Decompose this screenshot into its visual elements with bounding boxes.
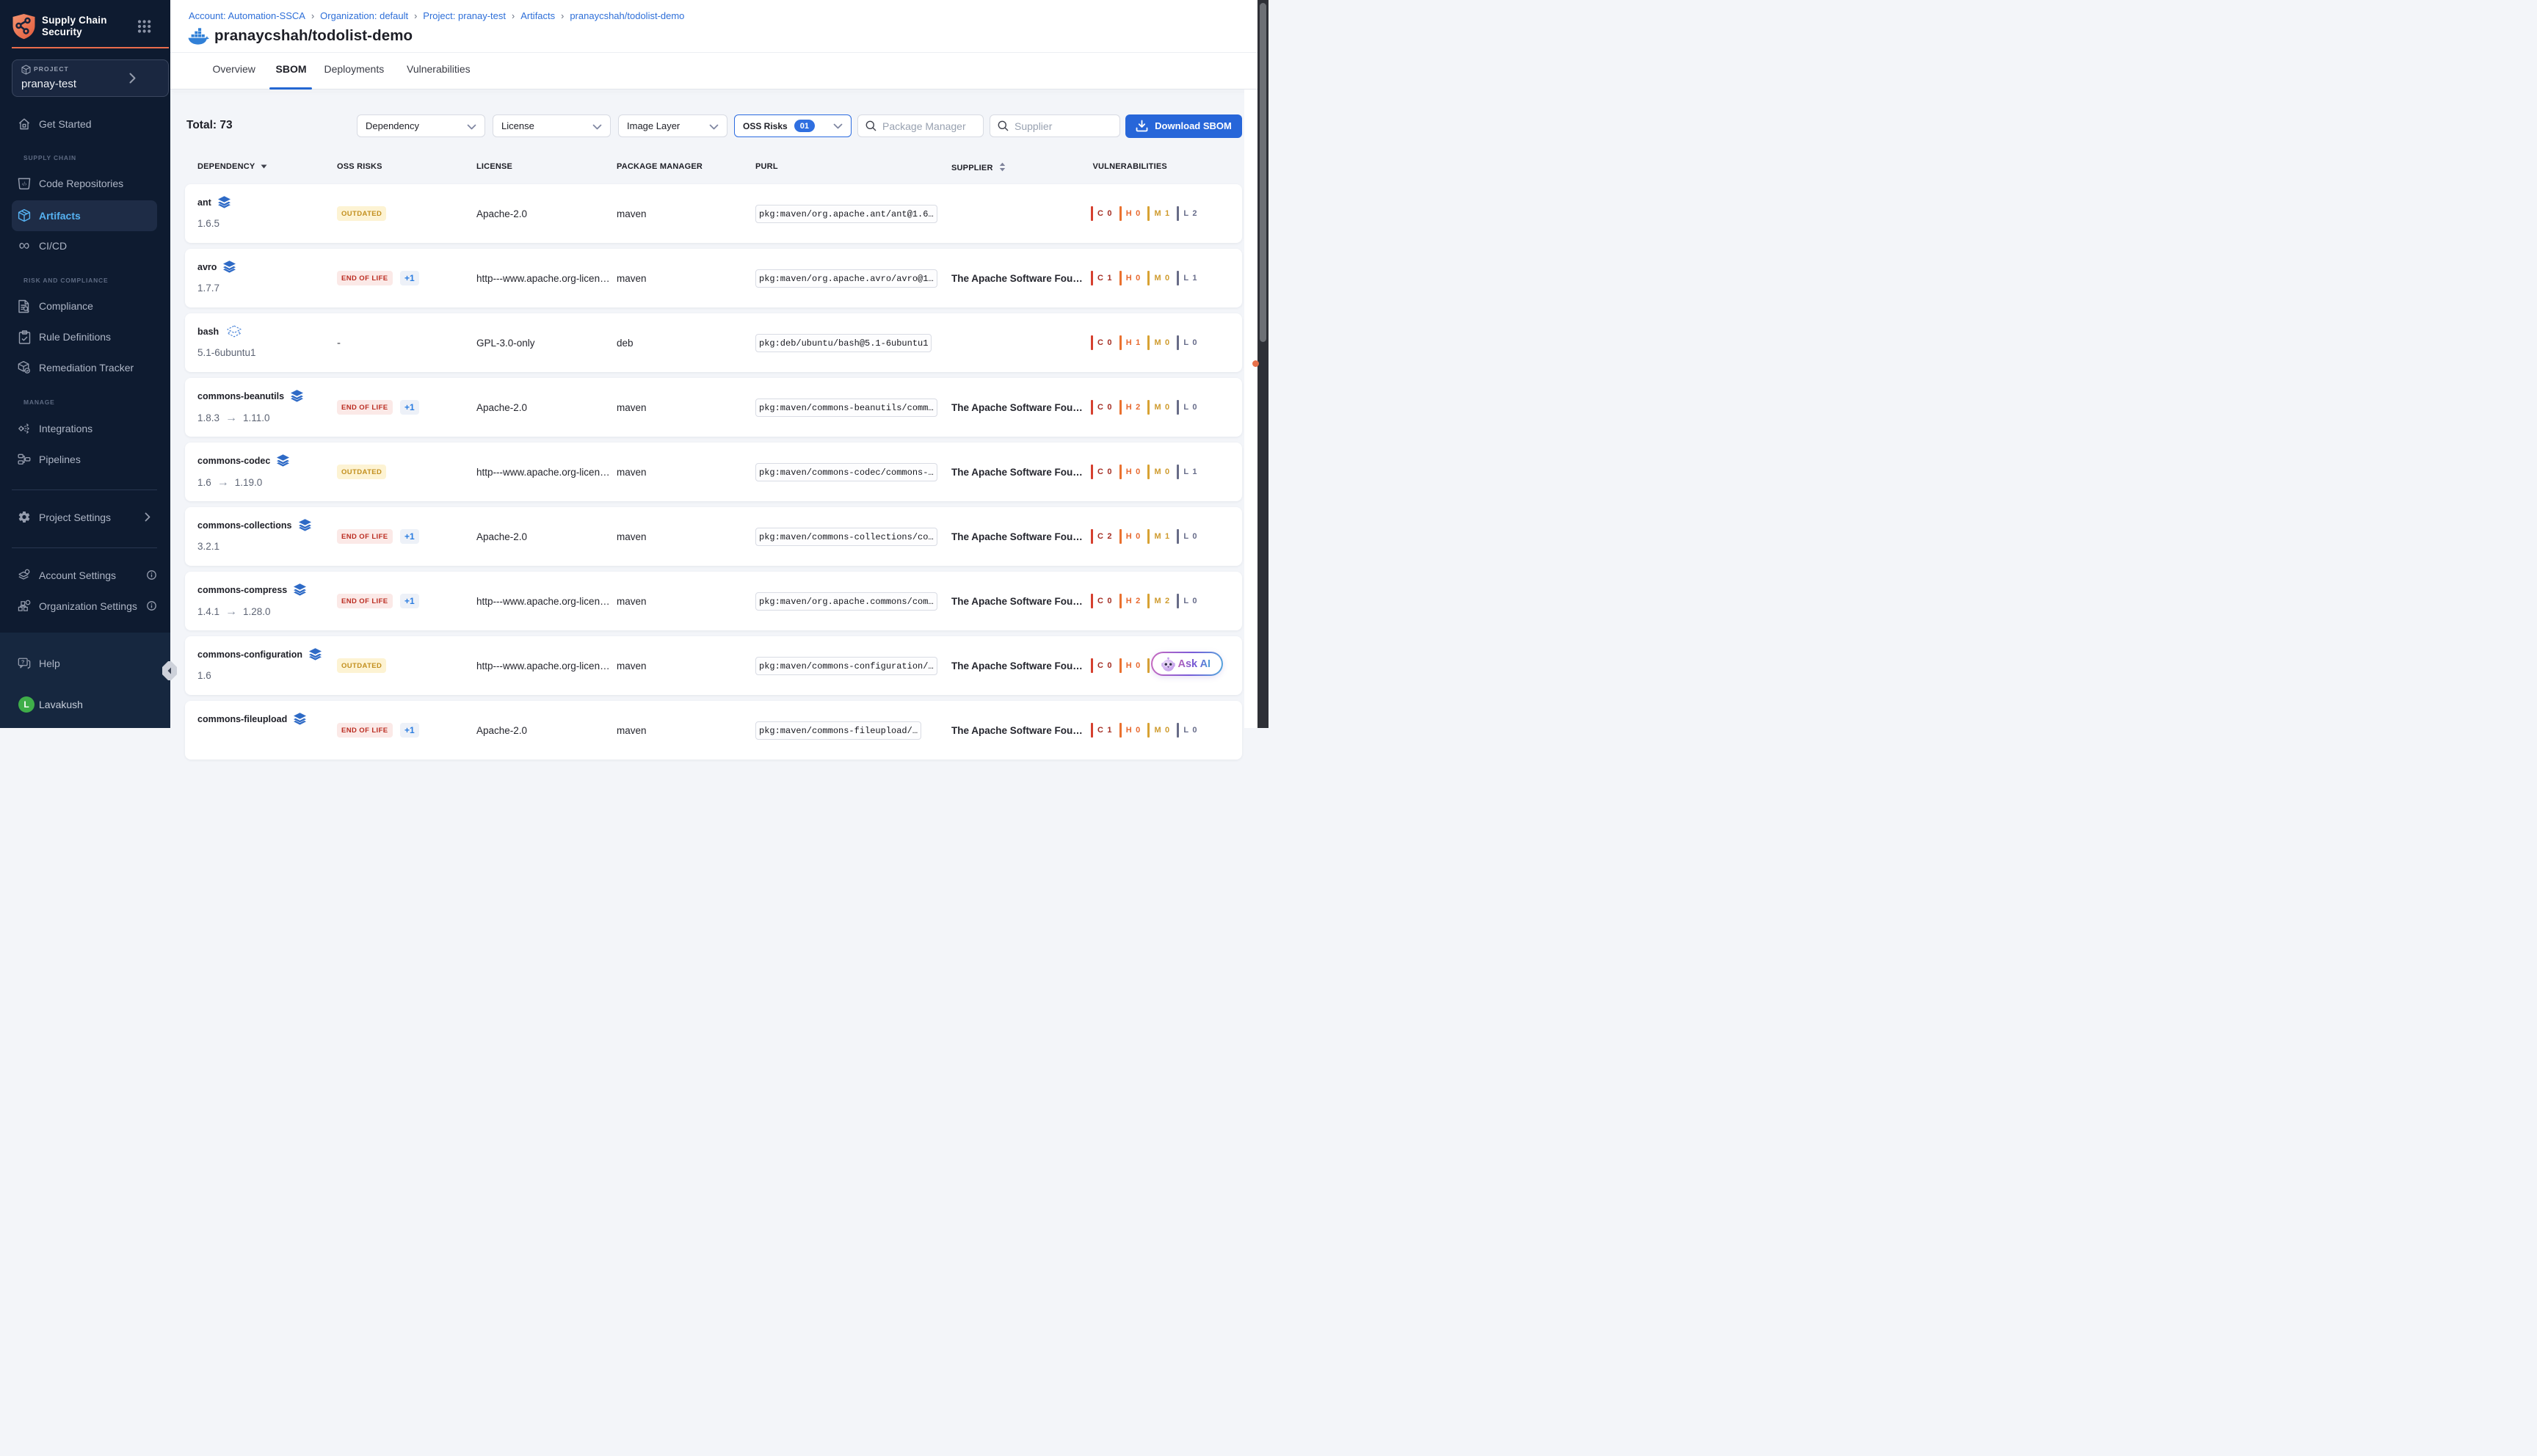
svg-text:‹/›: ‹/› [22,181,27,187]
svg-text:?: ? [21,658,25,665]
